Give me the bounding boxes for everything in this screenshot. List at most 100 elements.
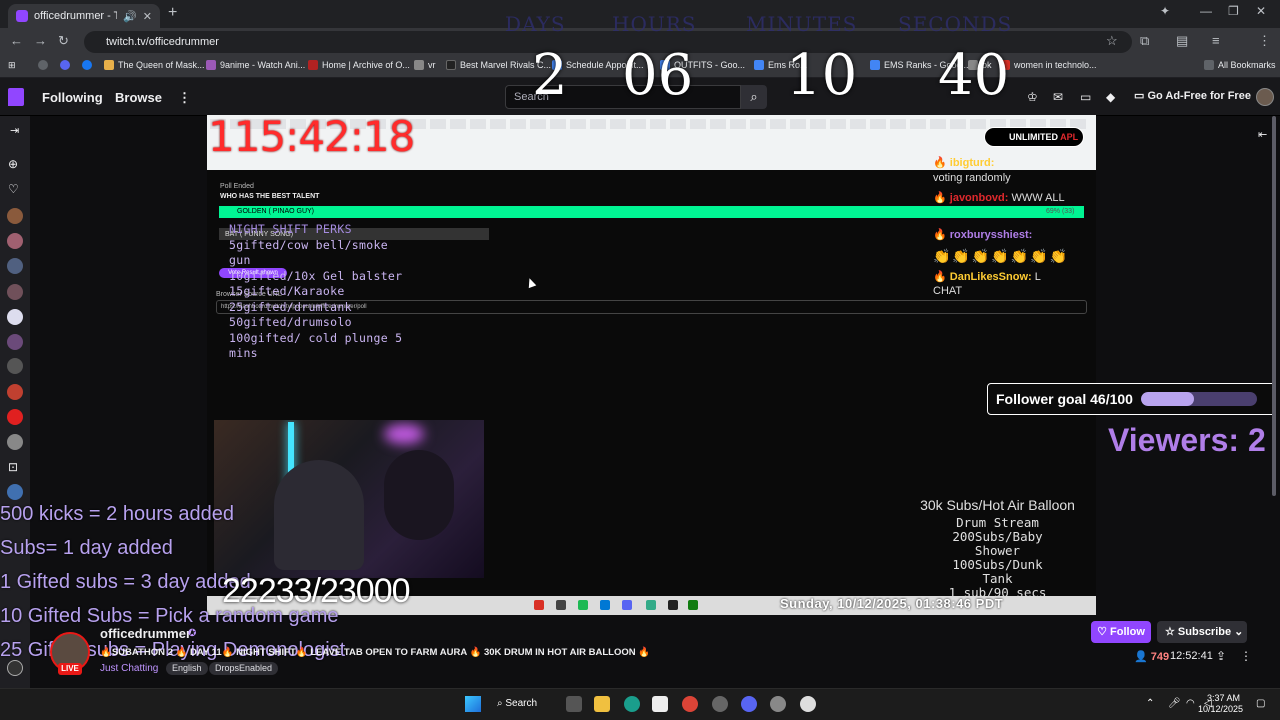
whispers-icon[interactable]: ▭ <box>1080 90 1091 104</box>
ad-free-button[interactable]: ▭ Go Ad-Free for Free <box>1134 89 1251 102</box>
chat-message: 🔥 roxburysshiest: <box>933 229 1033 241</box>
bookmark-item[interactable]: 9anime - Watch Ani... <box>206 60 305 70</box>
bookmark-item[interactable]: vr <box>414 60 436 70</box>
bookmark-item[interactable]: women in technolo... <box>1000 60 1097 70</box>
sidebar-channel-avatar[interactable] <box>7 334 23 350</box>
edge-icon[interactable] <box>624 696 640 712</box>
sidebar-channel-avatar[interactable] <box>7 258 23 274</box>
back-icon[interactable]: ← <box>10 33 23 48</box>
sidebar-channel-avatar[interactable] <box>7 358 23 374</box>
windows-taskbar <box>0 688 1280 720</box>
scrollbar[interactable] <box>1270 116 1278 496</box>
app-icon[interactable] <box>800 696 816 712</box>
follower-goal-label: Follower goal 46/100 <box>996 391 1133 407</box>
settings-icon[interactable] <box>770 696 786 712</box>
tag-english[interactable]: English <box>166 662 208 675</box>
windows-search[interactable]: ⌕ Search <box>497 695 551 713</box>
video-icon: ⊕ <box>8 157 19 171</box>
bookmark-discord-icon[interactable] <box>60 60 70 70</box>
forward-icon[interactable]: → <box>34 33 47 48</box>
bookmark-star-icon[interactable]: ☆ <box>1106 33 1118 49</box>
stream-taskbar-icon <box>688 600 698 610</box>
menu-icon[interactable]: ⋮ <box>1258 33 1271 49</box>
system-clock[interactable]: 3:37 AM 10/12/2025 <box>1198 693 1243 715</box>
all-bookmarks[interactable]: All Bookmarks <box>1204 60 1276 70</box>
chat-message: 🔥 ibigturd: <box>933 157 995 169</box>
inbox-icon[interactable]: ✉ <box>1053 90 1063 104</box>
channel-name[interactable]: officedrummer <box>100 626 191 641</box>
twitch-logo-icon[interactable] <box>8 88 24 106</box>
sidebar-channel-avatar[interactable] <box>7 309 23 325</box>
apps-icon[interactable]: ⊞ <box>8 60 16 71</box>
countdown-hours: 06 <box>622 43 694 108</box>
tray-chevron-icon[interactable]: ⌃ <box>1146 698 1154 709</box>
bookmark-item[interactable]: Home | Archive of O... <box>308 60 410 70</box>
sidebar-channel-avatar[interactable] <box>7 660 23 676</box>
countdown-label: HOURS <box>612 12 697 36</box>
notification-icon[interactable]: ▢ <box>1256 698 1265 709</box>
wifi-icon[interactable]: ◠ <box>1186 698 1195 709</box>
window-maximize-button[interactable]: ❐ <box>1228 4 1239 18</box>
nav-browse[interactable]: Browse <box>115 90 162 105</box>
countdown-seconds: 40 <box>938 43 1010 108</box>
nav-more-icon[interactable]: ⋮ <box>178 90 191 106</box>
follow-button[interactable]: ♡ Follow <box>1091 621 1151 643</box>
tag-drops-enabled[interactable]: DropsEnabled <box>209 662 279 675</box>
media-icon[interactable]: ▤ <box>1176 33 1188 49</box>
unlimited-badge: UNLIMITED APL <box>984 127 1084 147</box>
browser-tab[interactable]: officedrummer - Twitch 🔊 ✕ <box>8 4 160 28</box>
rule-line: 1 Gifted subs = 3 day added <box>0 571 251 593</box>
countdown-minutes: 10 <box>786 43 858 108</box>
store-icon[interactable] <box>652 696 668 712</box>
bookmark-item[interactable]: The Queen of Mask... <box>104 60 205 70</box>
sidebar-channel-avatar[interactable] <box>7 409 23 425</box>
search-icon[interactable]: ⌕ <box>741 85 767 109</box>
task-view-icon[interactable] <box>566 696 582 712</box>
followed-channels-sidebar <box>0 116 30 688</box>
new-tab-button[interactable]: + <box>168 4 177 22</box>
reading-list-icon[interactable]: ≡ <box>1212 33 1220 48</box>
extensions-icon[interactable]: ⧉ <box>1140 33 1149 49</box>
follower-goal: Follower goal 46/100 <box>987 383 1276 415</box>
discord-icon[interactable] <box>741 696 757 712</box>
stream-timer: 115:42:18 <box>208 112 415 161</box>
more-options-icon[interactable]: ⋮ <box>1240 649 1252 663</box>
file-explorer-icon[interactable] <box>594 696 610 712</box>
chrome-icon[interactable] <box>682 696 698 712</box>
chat-message: voting randomly <box>933 172 1011 184</box>
crown-icon[interactable]: ♔ <box>1027 90 1038 104</box>
sidebar-channel-avatar[interactable] <box>7 434 23 450</box>
sidebar-channel-avatar[interactable] <box>7 233 23 249</box>
stream-category[interactable]: Just Chatting <box>100 663 158 674</box>
chat-message: 🔥 javonbovd: WWW ALL <box>933 192 1065 204</box>
share-icon[interactable]: ⇪ <box>1216 649 1226 663</box>
bits-icon[interactable]: ◆ <box>1106 90 1115 104</box>
nav-following[interactable]: Following <box>42 90 103 105</box>
tab-close-icon[interactable]: ✕ <box>143 10 152 23</box>
bookmark-chrome-icon[interactable] <box>38 60 48 70</box>
window-close-button[interactable]: ✕ <box>1256 4 1266 18</box>
mic-icon[interactable]: 🎤︎ <box>1168 698 1181 709</box>
stream-taskbar-icon <box>534 600 544 610</box>
sidebar-channel-avatar[interactable] <box>7 384 23 400</box>
chat-message: CHAT <box>933 285 963 297</box>
tab-audio-icon[interactable]: 🔊 <box>123 10 137 23</box>
sidebar-channel-avatar[interactable] <box>7 484 23 500</box>
sidebar-channel-avatar[interactable] <box>7 208 23 224</box>
sidebar-channel-avatar[interactable] <box>7 284 23 300</box>
collapse-chat-icon[interactable]: ⇤ <box>1258 128 1267 141</box>
bookmark-facebook-icon[interactable] <box>82 60 92 70</box>
user-avatar[interactable] <box>1256 88 1274 106</box>
reload-icon[interactable]: ↻ <box>58 33 69 49</box>
countdown-days: 2 <box>532 43 568 108</box>
rule-line: Subs= 1 day added <box>0 537 173 559</box>
subscribe-button[interactable]: ☆ Subscribe ⌄ <box>1157 621 1247 643</box>
tab-search-icon[interactable]: ✦ <box>1160 4 1170 18</box>
stream-taskbar-icon <box>646 600 656 610</box>
stream-taskbar-icon <box>622 600 632 610</box>
sub-count: 22233/23000 <box>222 572 411 610</box>
expand-sidebar-icon[interactable]: ⇥ <box>10 124 19 137</box>
window-minimize-button[interactable]: — <box>1200 4 1212 18</box>
app-icon[interactable] <box>712 696 728 712</box>
windows-start-icon[interactable] <box>465 696 481 712</box>
